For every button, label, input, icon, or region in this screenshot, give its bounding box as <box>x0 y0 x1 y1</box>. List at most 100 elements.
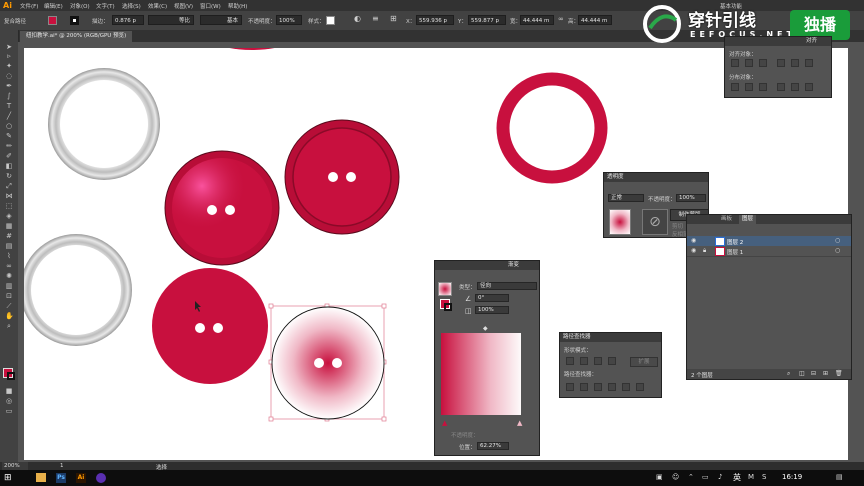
menu-type[interactable]: 文字(T) <box>96 2 115 10</box>
merge-icon[interactable] <box>594 383 602 391</box>
distribute-vcenter-icon[interactable] <box>745 83 753 91</box>
tab-layers[interactable]: 图层 <box>739 215 757 224</box>
zoom-tool-icon[interactable]: ⌕ <box>5 323 13 330</box>
volume-icon[interactable]: ♪ <box>718 473 722 481</box>
stroke-swatch[interactable] <box>70 16 79 25</box>
red-ring[interactable] <box>496 72 608 184</box>
blend-tool-icon[interactable]: ∞ <box>5 263 13 270</box>
color-stop-end[interactable]: ▲ <box>517 419 522 427</box>
menu-window[interactable]: 窗口(W) <box>200 2 221 10</box>
crop-icon[interactable] <box>608 383 616 391</box>
pencil-tool-icon[interactable]: ✏ <box>5 143 13 150</box>
lasso-tool-icon[interactable]: ◌ <box>5 73 13 80</box>
tray-chevron-icon[interactable]: ⌃ <box>688 473 694 481</box>
tab-artboards[interactable]: 画板 <box>721 215 732 224</box>
paintbrush-tool-icon[interactable]: ✎ <box>5 133 13 140</box>
target-icon[interactable]: ○ <box>835 237 840 244</box>
align-vcenter-icon[interactable] <box>791 59 799 67</box>
hand-tool-icon[interactable]: ✋ <box>5 313 14 320</box>
color-mode-icon[interactable]: ■ <box>5 388 13 395</box>
menu-view[interactable]: 视图(V) <box>174 2 193 10</box>
tray-app-icon[interactable]: ▣ <box>656 473 663 481</box>
stroke-color-icon[interactable] <box>7 372 15 380</box>
gradient-panel-title[interactable]: 渐变 <box>435 261 539 270</box>
gradient-preview[interactable] <box>441 333 521 415</box>
align-top-icon[interactable] <box>777 59 785 67</box>
expand-button[interactable]: 扩展 <box>630 357 658 367</box>
scale-tool-icon[interactable]: ⤢ <box>5 183 13 190</box>
align-hcenter-icon[interactable] <box>745 59 753 67</box>
screen-mode-icon[interactable]: ▭ <box>5 408 13 415</box>
line-tool-icon[interactable]: ╱ <box>5 113 13 120</box>
minus-back-icon[interactable] <box>636 383 644 391</box>
lock-icon[interactable]: 🔒︎ <box>703 247 706 255</box>
locate-object-icon[interactable]: ⌕ <box>787 370 790 378</box>
divide-icon[interactable] <box>566 383 574 391</box>
transparency-opacity-field[interactable]: 100% <box>676 194 706 202</box>
visibility-eye-icon[interactable]: ◉ <box>691 237 696 244</box>
artboard-tool-icon[interactable]: ⊡ <box>5 293 13 300</box>
eyedropper-tool-icon[interactable]: ⌇ <box>5 253 13 260</box>
gradient-stroke-icon[interactable] <box>444 303 452 311</box>
clip-checkbox[interactable]: 剪切 <box>672 222 683 230</box>
y-field[interactable]: 559.877 p <box>468 15 506 25</box>
mask-thumbnail-icon[interactable]: ⊘ <box>642 209 668 235</box>
symbol-sprayer-tool-icon[interactable]: ✺ <box>5 273 13 280</box>
menu-effect[interactable]: 效果(C) <box>148 2 167 10</box>
opacity-field[interactable]: 100% <box>276 15 302 25</box>
align-right-icon[interactable] <box>759 59 767 67</box>
eraser-tool-icon[interactable]: ◧ <box>5 163 13 170</box>
distribute-hcenter-icon[interactable] <box>791 83 799 91</box>
layer-name[interactable]: 图层 2 <box>727 238 743 246</box>
layer-row[interactable]: ◉ 🔒︎ 图层 1 ○ <box>687 246 851 257</box>
clock[interactable]: 16:19 <box>782 473 802 481</box>
distribute-top-icon[interactable] <box>731 83 739 91</box>
height-field[interactable]: 44.444 m <box>578 15 612 25</box>
ellipse-tool-icon[interactable]: ○ <box>5 123 13 130</box>
notifications-icon[interactable]: ▤ <box>836 473 843 481</box>
width-field[interactable]: 44.444 m <box>520 15 554 25</box>
blob-brush-tool-icon[interactable]: ✐ <box>5 153 13 160</box>
new-layer-icon[interactable]: ⊞ <box>823 370 828 377</box>
menu-edit[interactable]: 编辑(E) <box>44 2 63 10</box>
menu-help[interactable]: 帮助(H) <box>228 2 247 10</box>
gradient-button-selected[interactable] <box>268 303 387 422</box>
x-field[interactable]: 559.936 p <box>416 15 454 25</box>
color-stop-start[interactable]: ▲ <box>442 419 447 427</box>
menu-object[interactable]: 对象(O) <box>70 2 90 10</box>
tray-s-icon[interactable]: S <box>762 473 766 481</box>
perspective-grid-tool-icon[interactable]: ▦ <box>5 223 13 230</box>
network-icon[interactable]: ▭ <box>702 473 709 481</box>
rotate-tool-icon[interactable]: ↻ <box>5 173 13 180</box>
gradient-tool-icon[interactable]: ▤ <box>5 243 13 250</box>
transparency-panel-title[interactable]: 透明度 <box>604 173 708 182</box>
illustrator-icon[interactable]: Ai <box>76 473 86 483</box>
new-sublayer-icon[interactable]: ⊟ <box>811 370 816 377</box>
align-icon[interactable]: ≡ <box>372 14 379 23</box>
input-method-indicator[interactable]: 英 <box>733 472 741 483</box>
recolor-icon[interactable]: ◐ <box>354 14 361 23</box>
constrain-proportions-icon[interactable]: ∞ <box>558 15 564 23</box>
exclude-icon[interactable] <box>608 357 616 365</box>
curvature-tool-icon[interactable]: ∫ <box>5 93 13 100</box>
explorer-icon[interactable] <box>36 473 46 482</box>
selection-tool-icon[interactable]: ➤ <box>5 44 13 51</box>
flat-button[interactable] <box>152 268 268 384</box>
variable-width-profile[interactable]: 等比 <box>148 15 194 25</box>
graphic-style-swatch[interactable] <box>326 16 335 25</box>
pen-tool-icon[interactable]: ✒ <box>5 83 13 90</box>
pathfinder-panel-title[interactable]: 路径查找器 <box>560 333 661 342</box>
graph-tool-icon[interactable]: ▥ <box>5 283 13 290</box>
rimmed-button[interactable] <box>284 119 400 235</box>
app-icon[interactable] <box>96 473 106 483</box>
artboard-number[interactable]: 1 <box>60 463 64 469</box>
brush-definition[interactable]: 基本 <box>200 15 242 25</box>
tray-m-icon[interactable]: M <box>748 473 754 481</box>
drawing-mode-icon[interactable]: ◎ <box>5 398 13 405</box>
type-tool-icon[interactable]: T <box>5 103 13 110</box>
width-tool-icon[interactable]: ⋈ <box>5 193 13 200</box>
delete-layer-icon[interactable]: 🗑︎ <box>835 370 843 377</box>
visibility-eye-icon[interactable]: ◉ <box>691 247 696 254</box>
menu-file[interactable]: 文件(F) <box>20 2 38 10</box>
start-windows-icon[interactable]: ⊞ <box>4 473 12 483</box>
